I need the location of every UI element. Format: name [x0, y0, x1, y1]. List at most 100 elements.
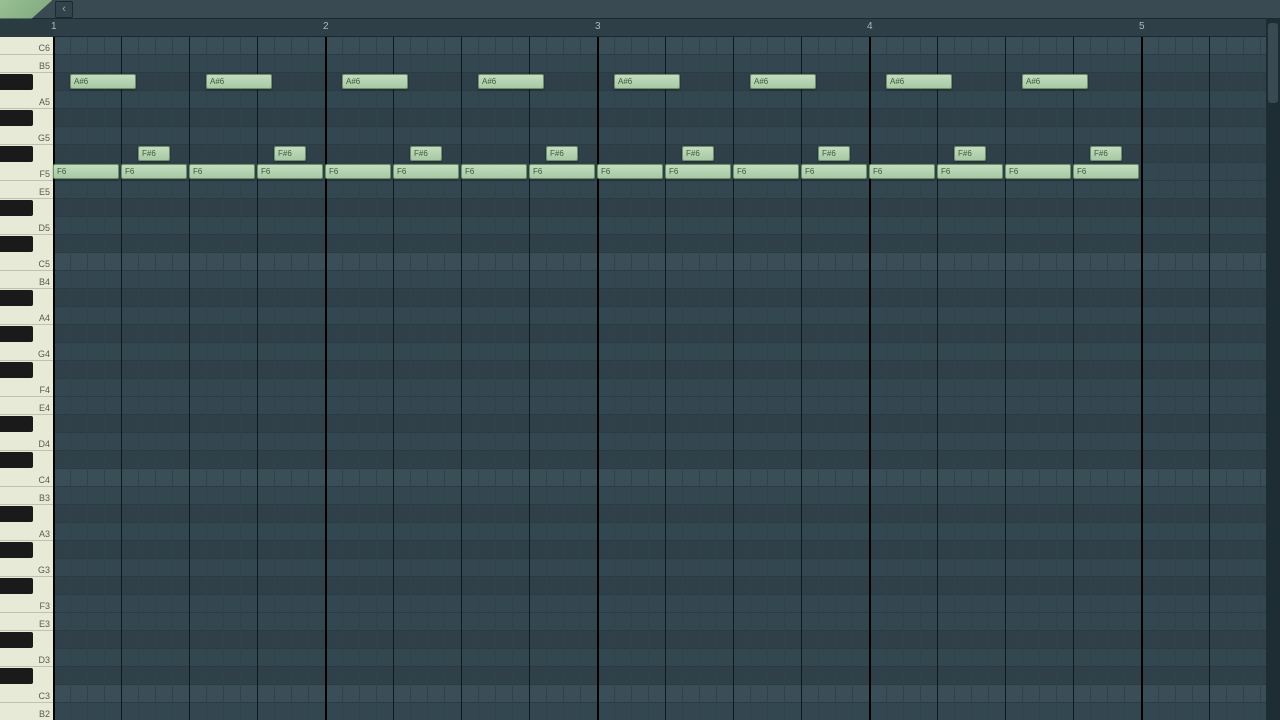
key-label: C6	[38, 43, 50, 53]
midi-note[interactable]: A#6	[206, 74, 272, 89]
midi-note[interactable]: A#6	[342, 74, 408, 89]
piano-key-black[interactable]	[0, 578, 33, 594]
midi-note[interactable]: F#6	[546, 146, 578, 161]
piano-key[interactable]: D4	[0, 433, 53, 451]
bar-number: 5	[1139, 21, 1145, 32]
midi-note[interactable]: A#6	[614, 74, 680, 89]
piano-key-black[interactable]	[0, 236, 33, 252]
piano-key[interactable]: C6	[0, 37, 53, 55]
midi-note[interactable]: F#6	[410, 146, 442, 161]
midi-note[interactable]: F6	[597, 164, 663, 179]
piano-key[interactable]: B5	[0, 55, 53, 73]
midi-note[interactable]: F6	[733, 164, 799, 179]
piano-key[interactable]: C5	[0, 253, 53, 271]
note-grid[interactable]: A#6 A#6 A#6 A#6 A#6 A#6 A#6 A#6 F#6 F#6 F#6 F#6 F#6 F…	[53, 37, 1280, 720]
piano-key-black[interactable]	[0, 74, 33, 90]
key-label: E4	[39, 403, 50, 413]
midi-note[interactable]: A#6	[886, 74, 952, 89]
midi-note[interactable]: F6	[121, 164, 187, 179]
bar-number: 1	[51, 21, 57, 32]
key-label: F3	[39, 601, 50, 611]
midi-note[interactable]: F6	[53, 164, 119, 179]
timeline-ruler[interactable]: 1 2 3 4 5	[53, 19, 1280, 37]
midi-note[interactable]: F#6	[138, 146, 170, 161]
piano-key[interactable]: E4	[0, 397, 53, 415]
piano-key[interactable]: E3	[0, 613, 53, 631]
midi-note[interactable]: F#6	[274, 146, 306, 161]
midi-note[interactable]: A#6	[750, 74, 816, 89]
key-label: B2	[39, 709, 50, 719]
scroll-thumb[interactable]	[1268, 23, 1278, 103]
piano-key[interactable]: G4	[0, 343, 53, 361]
midi-note[interactable]: F6	[869, 164, 935, 179]
piano-key[interactable]: A4	[0, 307, 53, 325]
bar-number: 3	[595, 21, 601, 32]
key-label: C5	[38, 259, 50, 269]
midi-note[interactable]: F6	[801, 164, 867, 179]
piano-key-black[interactable]	[0, 110, 33, 126]
key-label: D3	[38, 655, 50, 665]
midi-note[interactable]: F6	[937, 164, 1003, 179]
key-label: D5	[38, 223, 50, 233]
piano-key[interactable]: A3	[0, 523, 53, 541]
piano-key[interactable]: D3	[0, 649, 53, 667]
piano-key[interactable]: G3	[0, 559, 53, 577]
piano-key[interactable]: E5	[0, 181, 53, 199]
piano-key-black[interactable]	[0, 416, 33, 432]
key-label: C4	[38, 475, 50, 485]
midi-note[interactable]: F#6	[954, 146, 986, 161]
piano-key[interactable]: B4	[0, 271, 53, 289]
piano-roll-toolbar: ‹	[0, 0, 1280, 19]
key-label: G4	[38, 349, 50, 359]
piano-key[interactable]: C3	[0, 685, 53, 703]
key-label: B3	[39, 493, 50, 503]
back-button[interactable]: ‹	[55, 1, 73, 18]
vertical-scrollbar[interactable]	[1266, 19, 1280, 720]
piano-key-black[interactable]	[0, 362, 33, 378]
piano-key-black[interactable]	[0, 506, 33, 522]
midi-note[interactable]: F#6	[682, 146, 714, 161]
piano-key[interactable]: A5	[0, 91, 53, 109]
piano-key-black[interactable]	[0, 632, 33, 648]
piano-key[interactable]: G5	[0, 127, 53, 145]
piano-key-black[interactable]	[0, 326, 33, 342]
piano-key[interactable]: D5	[0, 217, 53, 235]
piano-key[interactable]: C4	[0, 469, 53, 487]
midi-note[interactable]: A#6	[1022, 74, 1088, 89]
midi-note[interactable]: F6	[665, 164, 731, 179]
piano-key-black[interactable]	[0, 452, 33, 468]
key-label: A4	[39, 313, 50, 323]
piano-key-black[interactable]	[0, 200, 33, 216]
piano-key-black[interactable]	[0, 668, 33, 684]
piano-key[interactable]: F4	[0, 379, 53, 397]
midi-note[interactable]: F6	[1005, 164, 1071, 179]
key-label: C3	[38, 691, 50, 701]
bar-number: 4	[867, 21, 873, 32]
bar-number: 2	[323, 21, 329, 32]
midi-note[interactable]: F6	[461, 164, 527, 179]
midi-note[interactable]: F#6	[1090, 146, 1122, 161]
channel-menu-icon[interactable]	[0, 0, 53, 19]
key-label: F4	[39, 385, 50, 395]
key-label: E5	[39, 187, 50, 197]
key-label: B5	[39, 61, 50, 71]
piano-key[interactable]: B2	[0, 703, 53, 720]
key-label: G5	[38, 133, 50, 143]
midi-note[interactable]: A#6	[478, 74, 544, 89]
piano-key[interactable]: F5	[0, 163, 53, 181]
piano-key-black[interactable]	[0, 542, 33, 558]
midi-note[interactable]: F6	[1073, 164, 1139, 179]
midi-note[interactable]: F6	[529, 164, 595, 179]
piano-key-black[interactable]	[0, 290, 33, 306]
midi-note[interactable]: F6	[189, 164, 255, 179]
key-label: A3	[39, 529, 50, 539]
midi-note[interactable]: F6	[393, 164, 459, 179]
piano-key-black[interactable]	[0, 146, 33, 162]
midi-note[interactable]: F6	[257, 164, 323, 179]
piano-keyboard[interactable]: C6 B5 A5 G5 F5 E5 D5 C5 B4 A4 G4 F4 E4 D4 C4 B3 A3 G3 F3 E3…	[0, 37, 53, 720]
midi-note[interactable]: F6	[325, 164, 391, 179]
piano-key[interactable]: F3	[0, 595, 53, 613]
midi-note[interactable]: A#6	[70, 74, 136, 89]
midi-note[interactable]: F#6	[818, 146, 850, 161]
piano-key[interactable]: B3	[0, 487, 53, 505]
